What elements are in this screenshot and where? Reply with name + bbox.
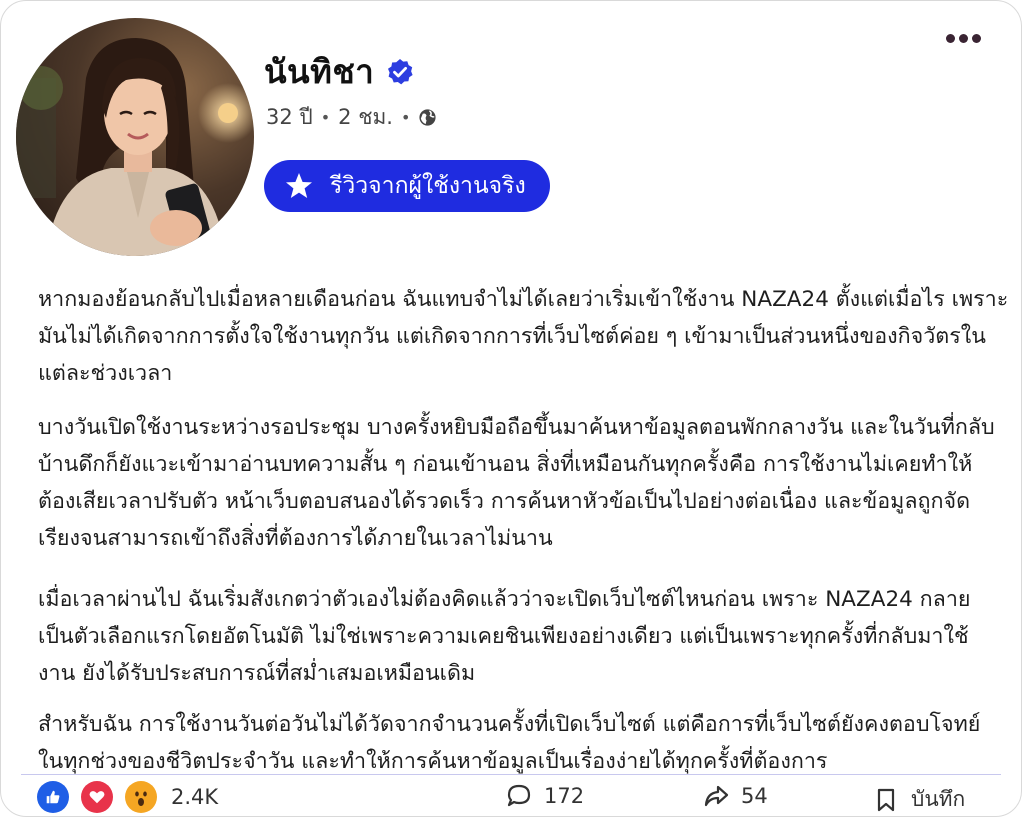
comment-button[interactable]: 172 (506, 783, 584, 809)
separator-dot: • (400, 108, 411, 127)
post-paragraph: สำหรับฉัน การใช้งานวันต่อวันไม่ได้วัดจาก… (38, 712, 981, 774)
author-age: 32 ปี (266, 105, 313, 129)
reactions-summary[interactable]: 2.4K (37, 781, 218, 813)
verified-badge-icon (386, 58, 414, 86)
avatar[interactable] (16, 18, 254, 256)
post-paragraph: เมื่อเวลาผ่านไป ฉันเริ่มสังเกตว่าตัวเองไ… (38, 587, 971, 686)
footer-divider (21, 774, 1001, 775)
save-button[interactable]: บันทึก (873, 783, 965, 816)
review-badge[interactable]: รีวิวจากผู้ใช้งานจริง (264, 160, 550, 212)
post-footer: 2.4K 172 54 บันทึก (1, 779, 1021, 816)
reaction-count: 2.4K (171, 785, 219, 809)
wow-reaction-icon (125, 781, 157, 813)
share-icon (703, 783, 729, 809)
comment-icon (506, 783, 532, 809)
post-card: นันทิชา 32 ปี • 2 ชม. • รีวิวจากผู้ใช้งา… (0, 0, 1022, 817)
post-paragraph: หากมองย้อนกลับไปเมื่อหลายเดือนก่อน ฉันแท… (38, 287, 1009, 386)
globe-icon (418, 108, 437, 127)
more-options-button[interactable] (946, 34, 981, 43)
avatar-photo (16, 18, 254, 256)
share-count: 54 (741, 784, 768, 808)
more-dot-icon (972, 34, 981, 43)
like-reaction-icon (37, 781, 69, 813)
author-header: นันทิชา (264, 45, 414, 98)
post-time[interactable]: 2 ชม. (338, 101, 393, 134)
post-paragraph: บางวันเปิดใช้งานระหว่างรอประชุม บางครั้ง… (38, 415, 995, 551)
bookmark-icon (873, 787, 899, 813)
star-icon (284, 171, 314, 201)
post-meta: 32 ปี • 2 ชม. • (266, 101, 437, 134)
author-name[interactable]: นันทิชา (264, 45, 374, 98)
comment-count: 172 (544, 784, 585, 808)
save-label: บันทึก (911, 787, 966, 811)
review-badge-label: รีวิวจากผู้ใช้งานจริง (330, 173, 526, 199)
more-dot-icon (959, 34, 968, 43)
more-dot-icon (946, 34, 955, 43)
love-reaction-icon (81, 781, 113, 813)
separator-dot: • (320, 108, 331, 127)
share-button[interactable]: 54 (703, 783, 768, 809)
